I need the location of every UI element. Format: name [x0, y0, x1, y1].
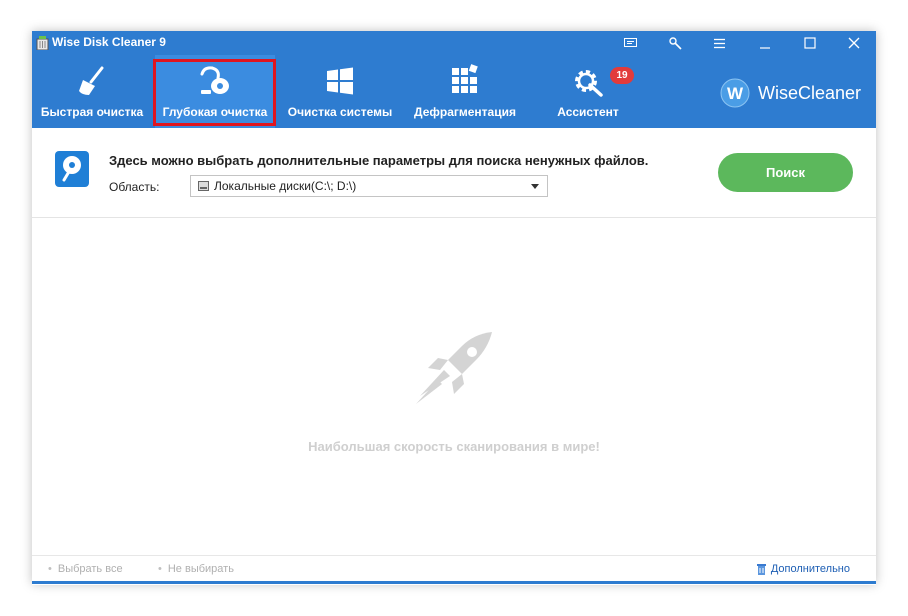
- tab-label: Быстрая очистка: [40, 105, 144, 119]
- select-none-link[interactable]: • Не выбирать: [158, 563, 234, 575]
- title-bar: Wise Disk Cleaner 9: [32, 31, 876, 55]
- tools-icon: [668, 36, 682, 50]
- feedback-button[interactable]: [610, 31, 650, 55]
- tab-defrag[interactable]: Дефрагментация: [406, 55, 524, 128]
- menu-button[interactable]: [699, 31, 739, 55]
- bullet-icon: •: [48, 563, 52, 575]
- area-dropdown[interactable]: Локальные диски(C:\; D:\): [190, 175, 548, 197]
- results-area: Наибольшая скорость сканирования в мире!: [32, 218, 876, 555]
- panel-description: Здесь можно выбрать дополнительные парам…: [109, 153, 649, 168]
- tab-label: Дефрагментация: [414, 105, 516, 119]
- drive-icon: [198, 181, 209, 191]
- tab-label: Очистка системы: [287, 105, 393, 119]
- minimize-icon: [760, 47, 770, 49]
- maximize-button[interactable]: [790, 31, 830, 55]
- rocket-icon: [416, 332, 492, 404]
- trash-icon: [756, 564, 766, 575]
- minimize-button[interactable]: [745, 31, 785, 55]
- bottom-accent-bar: [32, 581, 876, 584]
- area-value: Локальные диски(C:\; D:\): [214, 179, 357, 193]
- disk-clean-icon: [55, 151, 89, 187]
- bullet-icon: •: [158, 563, 162, 575]
- select-all-label: Выбрать все: [57, 563, 123, 575]
- app-icon: [36, 36, 49, 50]
- defrag-icon: [452, 64, 478, 93]
- chevron-down-icon: [531, 184, 539, 189]
- highlight-frame: [153, 59, 276, 126]
- menu-icon: [713, 38, 725, 48]
- svg-text:W: W: [727, 84, 744, 103]
- area-label: Область:: [109, 180, 160, 194]
- brand-name: WiseCleaner: [758, 82, 862, 103]
- windows-icon: [327, 67, 353, 95]
- tab-system-clean[interactable]: Очистка системы: [278, 55, 402, 128]
- feedback-icon: [623, 37, 637, 47]
- tab-quick-clean[interactable]: Быстрая очистка: [32, 55, 152, 128]
- close-icon: [848, 37, 860, 49]
- tab-label: Ассистент: [557, 105, 619, 119]
- broom-icon: [79, 66, 104, 95]
- more-link[interactable]: Дополнительно: [756, 562, 850, 575]
- more-label: Дополнительно: [770, 562, 850, 575]
- search-button[interactable]: Поиск: [718, 153, 853, 192]
- window-title: Wise Disk Cleaner 9: [52, 35, 166, 49]
- assistant-badge: 19: [610, 67, 634, 84]
- brand-logo: W WiseCleaner: [720, 77, 861, 109]
- tab-assistant[interactable]: Ассистент: [532, 55, 644, 128]
- tools-button[interactable]: [655, 31, 695, 55]
- maximize-icon: [804, 37, 816, 49]
- wisecleaner-logo-icon: W: [720, 78, 750, 108]
- options-panel: Здесь можно выбрать дополнительные парам…: [32, 128, 876, 218]
- app-window: Wise Disk Cleaner 9 Быстрая очистка Глуб…: [32, 31, 876, 585]
- gear-wrench-icon: [575, 70, 603, 97]
- tagline: Наибольшая скорость сканирования в мире!: [308, 439, 600, 454]
- close-button[interactable]: [834, 31, 874, 55]
- select-none-label: Не выбирать: [167, 563, 234, 575]
- select-all-link[interactable]: • Выбрать все: [48, 563, 123, 575]
